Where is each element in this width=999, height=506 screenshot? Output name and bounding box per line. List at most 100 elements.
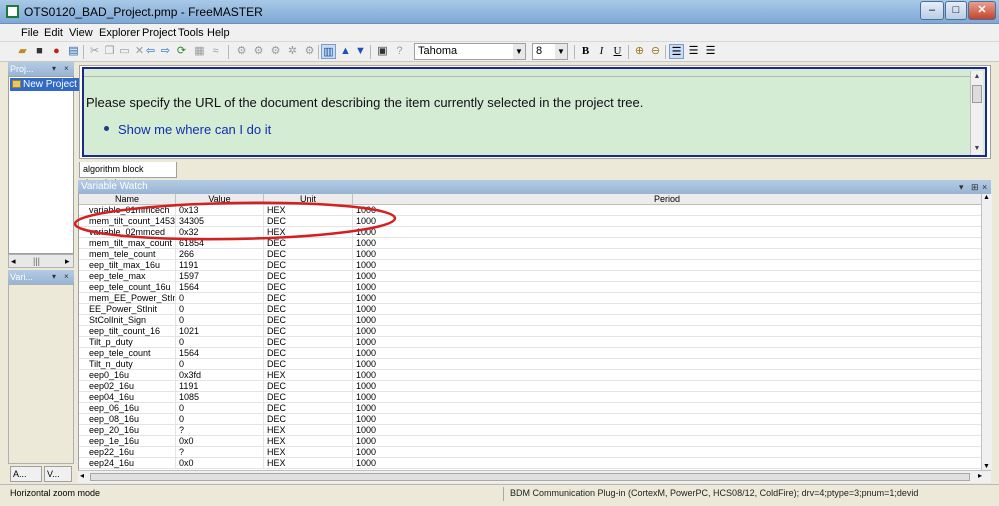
scroll-grip-icon[interactable]: |||: [33, 256, 40, 266]
close-icon[interactable]: ×: [64, 270, 69, 284]
table-row[interactable]: mem_tele_count 266 DEC 1000: [79, 249, 981, 260]
tab-algorithm-block-description[interactable]: algorithm block description: [79, 162, 177, 188]
table-row[interactable]: Tilt_n_duty 0 DEC 1000: [79, 359, 981, 370]
watch-grid-icon[interactable]: ▥: [321, 44, 336, 59]
tool-icon[interactable]: ⚙: [234, 44, 249, 59]
up-arrow-icon[interactable]: ▲: [338, 44, 353, 59]
left-tab-v[interactable]: V...: [44, 466, 72, 482]
table-row[interactable]: variable_02mmced 0x32 HEX 1000: [79, 227, 981, 238]
align-right-icon[interactable]: ☰: [703, 44, 718, 59]
table-row[interactable]: mem_tilt_max_count 61854 DEC 1000: [79, 238, 981, 249]
menu-project[interactable]: Project: [142, 27, 176, 39]
pin-icon[interactable]: ▾: [52, 270, 56, 284]
scroll-up-icon[interactable]: ▲: [983, 194, 990, 201]
grid-icon[interactable]: ▦: [192, 44, 207, 59]
stop-icon[interactable]: ●: [49, 44, 64, 59]
column-header-period[interactable]: Period: [353, 194, 981, 205]
cell-value: 34305: [176, 216, 264, 227]
dock-icon[interactable]: ⊞: [971, 180, 979, 194]
font-name-select[interactable]: Tahoma ▼: [414, 43, 526, 60]
menu-explorer[interactable]: Explorer: [99, 27, 140, 39]
underline-button[interactable]: U: [610, 44, 625, 59]
scroll-down-icon[interactable]: ▼: [983, 463, 990, 470]
show-me-link[interactable]: Show me where can I do it: [118, 122, 271, 137]
table-row[interactable]: eep04_16u 1085 DEC 1000: [79, 392, 981, 403]
table-row[interactable]: mem_EE_Power_StInit 0 DEC 1000: [79, 293, 981, 304]
table-row[interactable]: mem_tilt_count_1453 34305 DEC 1000: [79, 216, 981, 227]
forward-arrow-icon[interactable]: ⇨: [158, 44, 173, 59]
project-tree: New Project: [8, 76, 79, 254]
table-row[interactable]: eep_1e_16u 0x0 HEX 1000: [79, 436, 981, 447]
table-row[interactable]: EE_Power_StInit 0 DEC 1000: [79, 304, 981, 315]
properties-icon[interactable]: ▤: [66, 44, 81, 59]
left-tab-a[interactable]: A...: [10, 466, 42, 482]
paste-icon[interactable]: ▭: [117, 44, 132, 59]
scroll-thumb[interactable]: [90, 473, 970, 481]
table-row[interactable]: eep_06_16u 0 DEC 1000: [79, 403, 981, 414]
table-row[interactable]: eep0_16u 0x3fd HEX 1000: [79, 370, 981, 381]
column-header-value[interactable]: Value: [176, 194, 264, 205]
close-icon[interactable]: ×: [982, 180, 987, 194]
scroll-right-icon[interactable]: ▸: [65, 256, 70, 267]
scroll-right-icon[interactable]: ▸: [978, 471, 982, 480]
menu-tools[interactable]: Tools: [178, 27, 204, 39]
zoom-out-icon[interactable]: ⊖: [648, 44, 663, 59]
oscilloscope-icon[interactable]: ≈: [208, 44, 223, 59]
tool-icon[interactable]: ⚙: [251, 44, 266, 59]
menu-file[interactable]: File: [21, 27, 39, 39]
table-row[interactable]: Tilt_p_duty 0 DEC 1000: [79, 337, 981, 348]
maximize-button[interactable]: □: [945, 1, 967, 20]
table-row[interactable]: eep_tilt_count_16 1021 DEC 1000: [79, 326, 981, 337]
table-row[interactable]: eep_tele_count 1564 DEC 1000: [79, 348, 981, 359]
cut-icon[interactable]: ✂: [87, 44, 102, 59]
table-row[interactable]: eep02_16u 1191 DEC 1000: [79, 381, 981, 392]
tool-icon[interactable]: ⚙: [302, 44, 317, 59]
bold-button[interactable]: B: [578, 44, 593, 59]
zoom-in-icon[interactable]: ⊕: [632, 44, 647, 59]
back-arrow-icon[interactable]: ⇦: [143, 44, 158, 59]
column-header-unit[interactable]: Unit: [264, 194, 353, 205]
scroll-left-icon[interactable]: ◂: [80, 471, 84, 480]
open-icon[interactable]: ▰: [15, 44, 30, 59]
menu-help[interactable]: Help: [207, 27, 230, 39]
table-row[interactable]: eep_tele_count_16u 1564 DEC 1000: [79, 282, 981, 293]
options-icon[interactable]: ▣: [375, 44, 390, 59]
italic-button[interactable]: I: [594, 44, 609, 59]
scroll-down-icon[interactable]: ▼: [971, 143, 983, 155]
menu-view[interactable]: View: [69, 27, 93, 39]
column-header-name[interactable]: Name: [79, 194, 176, 205]
pin-icon[interactable]: ▾: [52, 62, 56, 76]
font-size-select[interactable]: 8 ▼: [532, 43, 568, 60]
scroll-left-icon[interactable]: ◂: [11, 256, 16, 267]
save-icon[interactable]: ■: [32, 44, 47, 59]
watch-vertical-scrollbar[interactable]: ▲ ▼: [981, 194, 992, 470]
align-center-icon[interactable]: ☰: [686, 44, 701, 59]
table-row[interactable]: eep_tele_max 1597 DEC 1000: [79, 271, 981, 282]
close-button[interactable]: ✕: [968, 1, 996, 20]
help-icon[interactable]: ?: [392, 44, 407, 59]
table-row[interactable]: variable_01mmcech 0x13 HEX 1000: [79, 205, 981, 216]
table-row[interactable]: eep22_16u? HEX 1000: [79, 447, 981, 458]
tool-icon[interactable]: ✲: [285, 44, 300, 59]
tool-icon[interactable]: ⚙: [268, 44, 283, 59]
down-arrow-icon[interactable]: ▼: [353, 44, 368, 59]
align-left-icon[interactable]: ☰: [669, 44, 684, 59]
refresh-icon[interactable]: ⟳: [174, 44, 189, 59]
minimize-button[interactable]: –: [920, 1, 944, 20]
description-scrollbar[interactable]: ▲ ▼: [970, 71, 983, 155]
menu-edit[interactable]: Edit: [44, 27, 63, 39]
cell-unit: DEC: [264, 216, 353, 227]
table-row[interactable]: eep24_16u 0x0 HEX 1000: [79, 458, 981, 469]
copy-icon[interactable]: ❐: [102, 44, 117, 59]
table-row[interactable]: eep_08_16u 0 DEC 1000: [79, 414, 981, 425]
close-icon[interactable]: ×: [64, 62, 69, 76]
project-horizontal-scrollbar[interactable]: ◂ ||| ▸: [8, 254, 74, 268]
tree-item-new-project[interactable]: New Project: [10, 78, 79, 91]
table-row[interactable]: StColInit_Sign 0 DEC 1000: [79, 315, 981, 326]
scroll-up-icon[interactable]: ▲: [971, 71, 983, 83]
table-row[interactable]: eep_tilt_max_16u 1191 DEC 1000: [79, 260, 981, 271]
scroll-thumb[interactable]: [972, 85, 982, 103]
table-row[interactable]: eep_20_16u? HEX 1000: [79, 425, 981, 436]
watch-horizontal-scrollbar[interactable]: ◂ ▸: [78, 470, 991, 483]
pin-icon[interactable]: ▾: [959, 180, 964, 194]
